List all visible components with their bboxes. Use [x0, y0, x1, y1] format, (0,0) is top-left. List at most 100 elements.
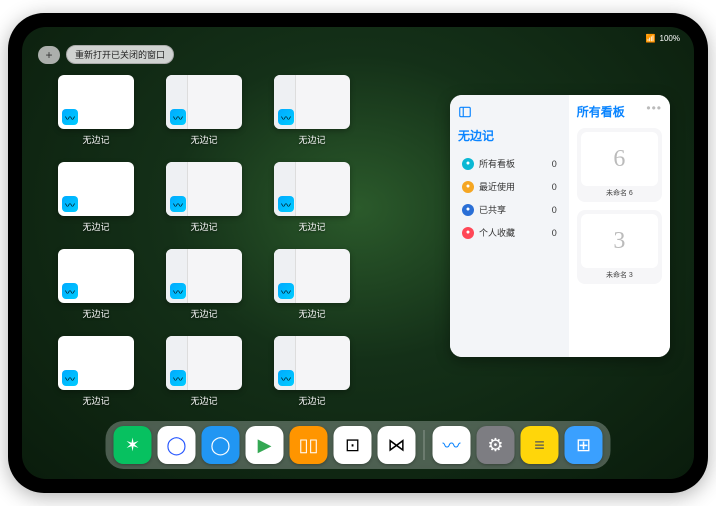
thumb-preview: 〰	[166, 249, 242, 303]
share-icon: ●	[462, 204, 474, 216]
thumb-label: 无边记	[298, 394, 325, 407]
sidebar-item-count: 0	[552, 205, 557, 215]
window-thumb[interactable]: 〰 无边记	[58, 249, 134, 320]
new-window-button[interactable]: +	[38, 46, 60, 64]
sidebar-item-label: 所有看板	[479, 157, 515, 170]
thumb-preview: 〰	[274, 75, 350, 129]
boards-list: 6 未命名 6 3 未命名 3	[577, 128, 662, 284]
play-app-icon[interactable]: ▶	[246, 426, 284, 464]
dock: ✶◯◯▶▯▯⊡⋈〰⚙≡⊞	[106, 421, 611, 469]
dice-app-icon[interactable]: ⊡	[334, 426, 372, 464]
freeform-app-icon: 〰	[62, 109, 78, 125]
thumb-label: 无边记	[298, 307, 325, 320]
connect-app-icon[interactable]: ⋈	[378, 426, 416, 464]
thumb-preview: 〰	[166, 162, 242, 216]
sidebar-item-count: 0	[552, 159, 557, 169]
sidebar-item-label: 最近使用	[479, 180, 515, 193]
thumb-label: 无边记	[190, 220, 217, 233]
thumb-label: 无边记	[190, 133, 217, 146]
grid-icon: ●	[462, 158, 474, 170]
board-label: 未命名 3	[606, 270, 633, 280]
top-controls: + 重新打开已关闭的窗口	[38, 45, 174, 64]
thumb-label: 无边记	[190, 307, 217, 320]
apps-app-icon[interactable]: ⊞	[565, 426, 603, 464]
screen: 📶 100% + 重新打开已关闭的窗口 〰 无边记 〰 无边记 〰 无边记 〰 …	[22, 27, 694, 479]
thumb-preview: 〰	[58, 336, 134, 390]
settings-app-icon[interactable]: ⚙	[477, 426, 515, 464]
panel-left-title: 无边记	[458, 127, 561, 144]
notes-app-icon[interactable]: ≡	[521, 426, 559, 464]
window-thumb[interactable]: 〰 无边记	[166, 336, 242, 407]
thumb-preview: 〰	[274, 336, 350, 390]
qqbrowser-app-icon[interactable]: ◯	[202, 426, 240, 464]
thumb-label: 无边记	[82, 307, 109, 320]
ipad-device: 📶 100% + 重新打开已关闭的窗口 〰 无边记 〰 无边记 〰 无边记 〰 …	[8, 13, 708, 493]
thumb-label: 无边记	[82, 133, 109, 146]
reopen-closed-window-button[interactable]: 重新打开已关闭的窗口	[66, 45, 174, 64]
status-bar: 📶 100%	[22, 31, 694, 45]
freeform-app-icon: 〰	[170, 109, 186, 125]
thumb-label: 无边记	[298, 133, 325, 146]
freeform-app-icon: 〰	[170, 196, 186, 212]
thumb-preview: 〰	[58, 249, 134, 303]
thumb-label: 无边记	[298, 220, 325, 233]
window-thumb[interactable]: 〰 无边记	[166, 249, 242, 320]
thumb-preview: 〰	[166, 336, 242, 390]
sidebar-icon	[458, 105, 472, 119]
window-thumb[interactable]: 〰 无边记	[274, 162, 350, 233]
freeform-app-icon: 〰	[278, 109, 294, 125]
panel-content: 所有看板 6未命名 63未命名 3	[569, 95, 670, 357]
sidebar-item-label: 个人收藏	[479, 226, 515, 239]
thumb-preview: 〰	[58, 75, 134, 129]
sidebar-item-count: 0	[552, 228, 557, 238]
freeform-app-icon: 〰	[62, 196, 78, 212]
battery-label: 100%	[660, 34, 680, 43]
board-label: 未命名 6	[606, 188, 633, 198]
thumb-preview: 〰	[274, 249, 350, 303]
window-thumb[interactable]: 〰 无边记	[274, 75, 350, 146]
board-card[interactable]: 3 未命名 3	[577, 210, 662, 284]
panel-sidebar: 无边记 ● 所有看板 0 ● 最近使用 0 ● 已共享 0 ● 个人收藏 0	[450, 95, 569, 357]
freeform-app-icon: 〰	[278, 370, 294, 386]
sidebar-item-count: 0	[552, 182, 557, 192]
clock-icon: ●	[462, 181, 474, 193]
quark-app-icon[interactable]: ◯	[158, 426, 196, 464]
thumb-preview: 〰	[58, 162, 134, 216]
sidebar-item[interactable]: ● 最近使用 0	[458, 177, 561, 196]
thumb-label: 无边记	[190, 394, 217, 407]
dock-separator	[424, 430, 425, 460]
freeform-app-icon: 〰	[62, 283, 78, 299]
wechat-app-icon[interactable]: ✶	[114, 426, 152, 464]
window-thumb[interactable]: 〰 无边记	[166, 162, 242, 233]
sidebar-item[interactable]: ● 个人收藏 0	[458, 223, 561, 242]
freeform-app-icon: 〰	[170, 283, 186, 299]
window-thumb[interactable]: 〰 无边记	[274, 249, 350, 320]
window-thumb[interactable]: 〰 无边记	[166, 75, 242, 146]
books-app-icon[interactable]: ▯▯	[290, 426, 328, 464]
thumb-preview: 〰	[166, 75, 242, 129]
board-thumb: 6	[581, 132, 658, 186]
freeform-app-icon[interactable]: 〰	[433, 426, 471, 464]
thumb-label: 无边记	[82, 220, 109, 233]
more-icon[interactable]: •••	[646, 101, 662, 115]
sidebar-item-label: 已共享	[479, 203, 506, 216]
sidebar-item[interactable]: ● 已共享 0	[458, 200, 561, 219]
freeform-app-icon: 〰	[170, 370, 186, 386]
board-thumb: 3	[581, 214, 658, 268]
freeform-app-icon: 〰	[278, 283, 294, 299]
window-thumb[interactable]: 〰 无边记	[274, 336, 350, 407]
thumb-label: 无边记	[82, 394, 109, 407]
thumb-preview: 〰	[274, 162, 350, 216]
window-thumb[interactable]: 〰 无边记	[58, 75, 134, 146]
wifi-icon: 📶	[646, 34, 656, 43]
window-grid: 〰 无边记 〰 无边记 〰 无边记 〰 无边记 〰 无边记 〰 无边记 〰 无边…	[58, 75, 418, 407]
sidebar-item[interactable]: ● 所有看板 0	[458, 154, 561, 173]
sidebar-list: ● 所有看板 0 ● 最近使用 0 ● 已共享 0 ● 个人收藏 0	[458, 154, 561, 242]
window-thumb[interactable]: 〰 无边记	[58, 162, 134, 233]
freeform-panel: ••• 无边记 ● 所有看板 0 ● 最近使用 0 ● 已共享 0 ● 个人收藏 0 所有看板 6 未命…	[450, 95, 670, 357]
window-thumb[interactable]: 〰 无边记	[58, 336, 134, 407]
freeform-app-icon: 〰	[62, 370, 78, 386]
freeform-app-icon: 〰	[278, 196, 294, 212]
board-card[interactable]: 6 未命名 6	[577, 128, 662, 202]
heart-icon: ●	[462, 227, 474, 239]
